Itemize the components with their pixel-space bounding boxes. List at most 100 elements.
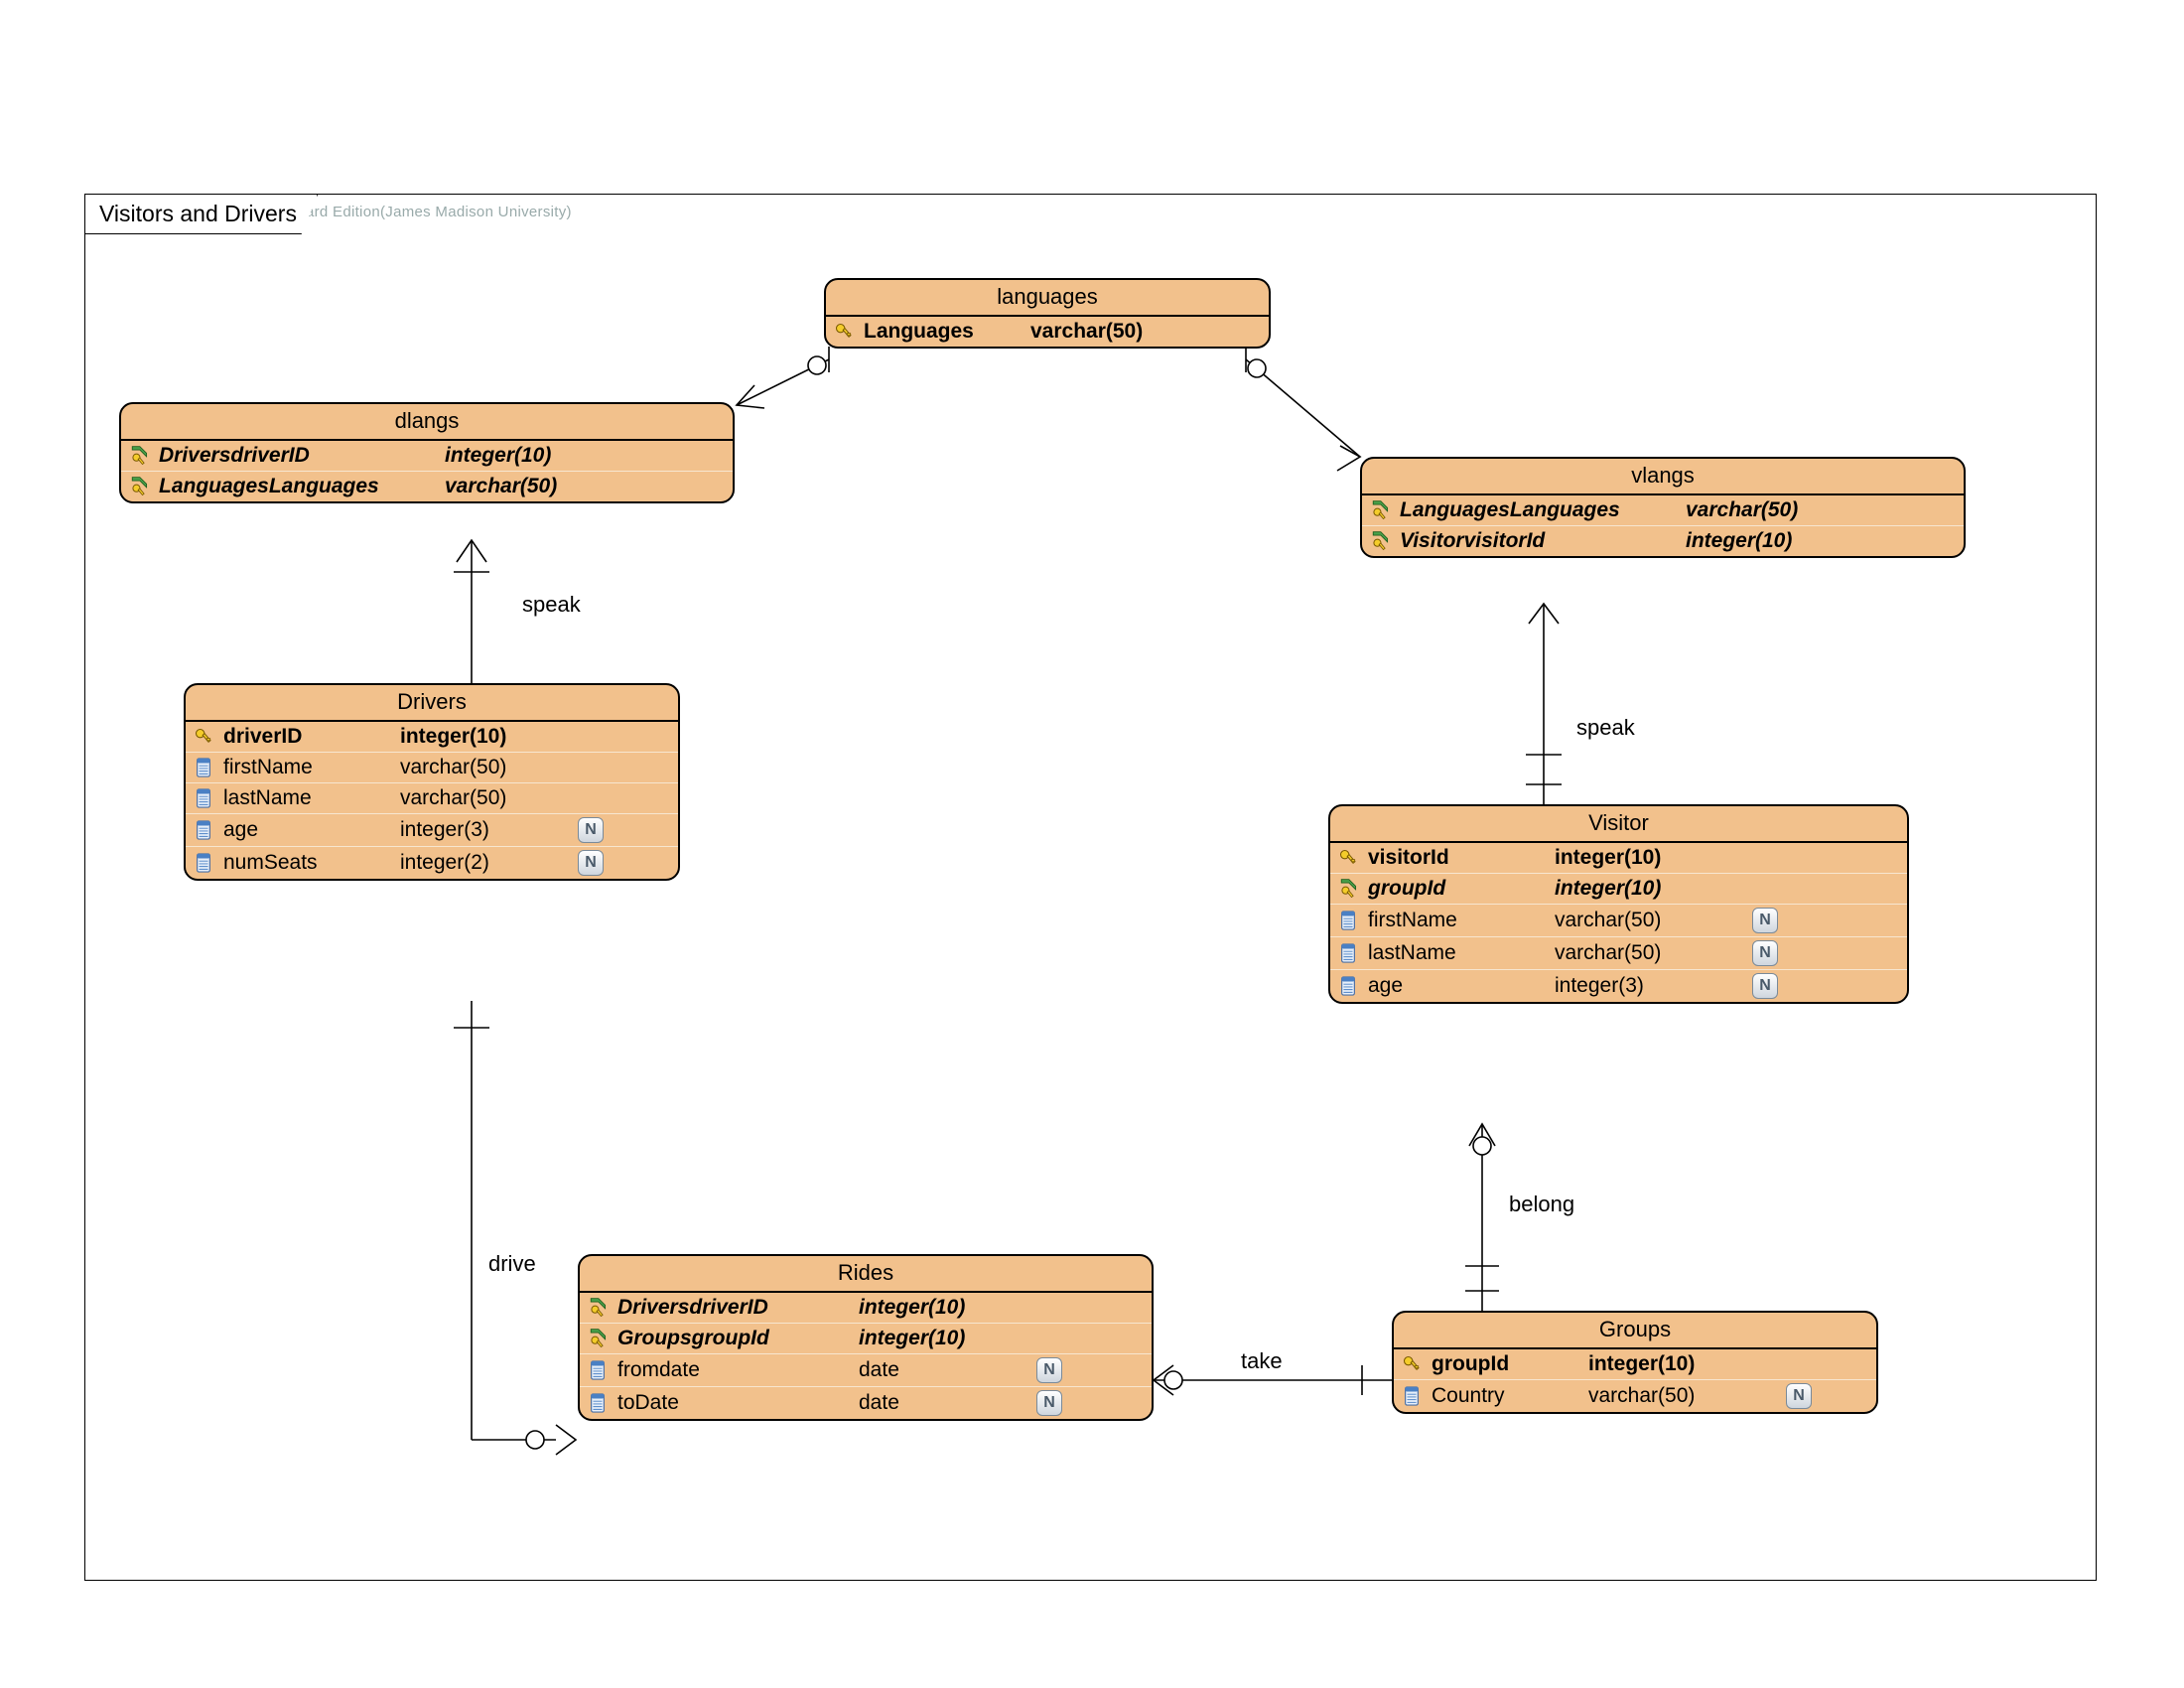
fk-icon xyxy=(127,445,151,467)
column-row: driverID integer(10) xyxy=(186,722,678,752)
column-type: integer(3) xyxy=(1555,974,1743,998)
column-row: toDatedateN xyxy=(580,1386,1152,1419)
column-type: integer(10) xyxy=(859,1327,1027,1350)
entity-title: Rides xyxy=(580,1256,1152,1293)
entity-title: Drivers xyxy=(186,685,678,722)
column-type: varchar(50) xyxy=(1588,1384,1777,1408)
column-type: integer(2) xyxy=(400,851,569,875)
column-type: integer(10) xyxy=(859,1296,1027,1320)
column-icon xyxy=(1336,976,1360,996)
column-name: DriversdriverID xyxy=(617,1296,851,1320)
pk-icon xyxy=(1336,848,1360,868)
column-name: visitorId xyxy=(1368,846,1547,870)
column-type: integer(10) xyxy=(1686,529,1854,553)
column-type: integer(3) xyxy=(400,818,569,842)
column-name: age xyxy=(1368,974,1547,998)
entity-title: Groups xyxy=(1394,1313,1876,1349)
pk-icon xyxy=(192,727,215,747)
fk-icon xyxy=(586,1328,610,1349)
column-type: integer(10) xyxy=(400,725,569,749)
column-row: lastName varchar(50) N xyxy=(1330,936,1907,969)
rel-take: take xyxy=(1241,1348,1283,1374)
fk-icon xyxy=(1336,878,1360,900)
nullable-badge: N xyxy=(1035,1390,1063,1416)
column-row: numSeats integer(2) N xyxy=(186,846,678,879)
column-name: driverID xyxy=(223,725,392,749)
nullable-badge: N xyxy=(577,817,605,843)
entity-title: Visitor xyxy=(1330,806,1907,843)
fk-icon xyxy=(127,476,151,497)
column-row: age integer(3) N xyxy=(1330,969,1907,1002)
column-row: firstName varchar(50) xyxy=(186,752,678,782)
column-type: date xyxy=(859,1391,1027,1415)
column-type: varchar(50) xyxy=(1555,941,1743,965)
column-row: LanguagesLanguages varchar(50) xyxy=(121,471,733,501)
entity-drivers: Drivers driverID integer(10) firstName varch… xyxy=(184,683,680,881)
column-type: varchar(50) xyxy=(1686,498,1854,522)
column-name: numSeats xyxy=(223,851,392,875)
pk-icon xyxy=(832,322,856,342)
nullable-badge: N xyxy=(577,850,605,876)
entity-groups: Groups groupId integer(10) Country varchar(5… xyxy=(1392,1311,1878,1414)
column-name: firstName xyxy=(223,756,392,779)
nullable-badge: N xyxy=(1751,940,1779,966)
package-title: Visitors and Drivers xyxy=(85,195,318,234)
column-row: groupIdinteger(10) xyxy=(1330,873,1907,904)
column-icon xyxy=(192,853,215,873)
column-icon xyxy=(1400,1386,1424,1406)
pk-icon xyxy=(1400,1354,1424,1374)
column-row: DriversdriverID integer(10) xyxy=(580,1293,1152,1323)
entity-dlangs: dlangs DriversdriverID integer(10) Language… xyxy=(119,402,735,503)
column-type: varchar(50) xyxy=(400,786,569,810)
column-type: varchar(50) xyxy=(1030,320,1199,344)
nullable-badge: N xyxy=(1751,973,1779,999)
column-name: LanguagesLanguages xyxy=(1400,498,1678,522)
entity-visitor: VisitorvisitorIdinteger(10)groupIdintege… xyxy=(1328,804,1909,1004)
nullable-badge: N xyxy=(1035,1357,1063,1383)
entity-rides: RidesDriversdriverIDinteger(10)Groupsgro… xyxy=(578,1254,1154,1421)
column-row: Languages varchar(50) xyxy=(826,317,1269,347)
column-name: Country xyxy=(1432,1384,1580,1408)
fk-icon xyxy=(1368,530,1392,552)
column-row: fromdatedateN xyxy=(580,1353,1152,1386)
column-row: ageinteger(3)N xyxy=(186,813,678,846)
rel-speak-visitor: speak xyxy=(1576,715,1635,741)
entity-vlangs: vlangs LanguagesLanguages varchar(50) Visit… xyxy=(1360,457,1966,558)
column-icon xyxy=(586,1360,610,1380)
column-type: varchar(50) xyxy=(400,756,569,779)
column-icon xyxy=(1336,911,1360,930)
nullable-badge: N xyxy=(1785,1383,1813,1409)
column-type: integer(10) xyxy=(1588,1352,1777,1376)
column-name: VisitorvisitorId xyxy=(1400,529,1678,553)
column-row: lastName varchar(50) xyxy=(186,782,678,813)
column-icon xyxy=(1336,943,1360,963)
column-name: Languages xyxy=(864,320,1023,344)
column-name: fromdate xyxy=(617,1358,851,1382)
column-type: integer(10) xyxy=(445,444,614,468)
column-name: groupId xyxy=(1432,1352,1580,1376)
fk-icon xyxy=(586,1297,610,1319)
column-name: lastName xyxy=(223,786,392,810)
column-icon xyxy=(192,820,215,840)
column-type: integer(10) xyxy=(1555,877,1743,901)
column-row: VisitorvisitorId integer(10) xyxy=(1362,525,1964,556)
entity-title: vlangs xyxy=(1362,459,1964,495)
column-name: LanguagesLanguages xyxy=(159,475,437,498)
column-type: integer(10) xyxy=(1555,846,1743,870)
fk-icon xyxy=(1368,499,1392,521)
column-row: GroupsgroupId integer(10) xyxy=(580,1323,1152,1353)
column-row: firstNamevarchar(50)N xyxy=(1330,904,1907,936)
column-row: groupId integer(10) xyxy=(1394,1349,1876,1379)
column-type: varchar(50) xyxy=(1555,909,1743,932)
entity-languages: languagesLanguagesvarchar(50) xyxy=(824,278,1271,349)
entity-title: dlangs xyxy=(121,404,733,441)
column-name: lastName xyxy=(1368,941,1547,965)
column-name: GroupsgroupId xyxy=(617,1327,851,1350)
column-name: DriversdriverID xyxy=(159,444,437,468)
column-icon xyxy=(192,758,215,777)
rel-belong: belong xyxy=(1509,1192,1574,1217)
column-icon xyxy=(586,1393,610,1413)
rel-drive: drive xyxy=(488,1251,536,1277)
rel-speak-drivers: speak xyxy=(522,592,581,618)
column-type: varchar(50) xyxy=(445,475,614,498)
